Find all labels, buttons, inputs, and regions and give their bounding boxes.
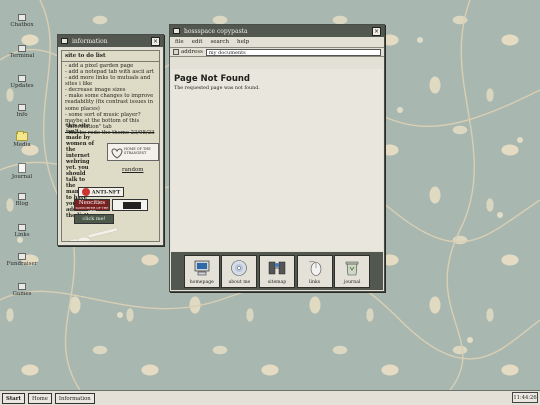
heart-icon (111, 148, 123, 159)
information-titlebar[interactable]: information × (58, 35, 163, 47)
terminal-icon (18, 45, 26, 52)
desktop-icon-blog[interactable]: Blog (2, 193, 42, 207)
dock-label: links (309, 279, 321, 285)
nav-dock: homepage about me sitemap links journal (171, 252, 383, 290)
list-item: - add more links to mutuals and sites i … (65, 75, 151, 88)
desktop-icon-fundraiser[interactable]: Fundraiser (2, 253, 42, 267)
dock-sitemap[interactable]: sitemap (258, 254, 295, 288)
games-icon (18, 283, 26, 290)
blog-icon (18, 193, 26, 200)
taskbar-tab-information[interactable]: Information (54, 392, 95, 404)
dock-label: journal (343, 279, 361, 285)
menu-bar: file edit search help (170, 37, 384, 47)
mouse-icon (308, 260, 321, 276)
information-content[interactable]: site to do list - add a pixel garden pag… (61, 50, 160, 242)
desktop-icon-label: Journal (11, 174, 33, 180)
window-title: information (72, 37, 108, 45)
address-label: address (181, 49, 203, 55)
network-icon (268, 261, 286, 274)
browser-titlebar[interactable]: hossspace copypasta × (170, 25, 384, 37)
journal-icon (18, 163, 26, 173)
desktop-icon-games[interactable]: Games (2, 283, 42, 297)
fundraiser-icon (18, 253, 26, 260)
dock-about-me[interactable]: about me (221, 254, 258, 288)
address-bar: address my documents (170, 47, 384, 57)
menu-help[interactable]: help (237, 39, 249, 45)
links-icon (18, 224, 26, 231)
desktop-icon-media[interactable]: Media (2, 131, 42, 148)
information-window[interactable]: information × site to do list - add a pi… (57, 34, 164, 246)
desktop-icon-journal[interactable]: Journal (2, 163, 42, 180)
menu-edit[interactable]: edit (192, 39, 203, 45)
stop-icon (81, 188, 90, 196)
browser-window[interactable]: hossspace copypasta × file edit search h… (169, 24, 385, 292)
desktop-icon-label: Media (13, 142, 31, 148)
desktop-icon-label: Fundraiser (6, 261, 38, 267)
taskbar: Start Home Information 11:44:26 (0, 390, 540, 405)
guitar-icon (68, 227, 119, 241)
page-viewer[interactable]: Page Not Found The requested page was no… (171, 69, 383, 251)
dock-label: sitemap (267, 279, 287, 285)
desktop-icon-label: Games (12, 291, 32, 297)
menu-search[interactable]: search (210, 39, 229, 45)
folder-icon (16, 131, 28, 141)
desktop-icon-chatbox[interactable]: Chatbox (2, 14, 42, 28)
todo-heading: site to do list (62, 51, 159, 62)
page-message: The requested page was not found. (174, 86, 260, 91)
anti-nft-badge[interactable]: ANTI-NFT (78, 187, 124, 197)
desktop-icon-label: Info (16, 112, 28, 118)
dock-links[interactable]: links (296, 254, 333, 288)
desktop-icon-updates[interactable]: Updates (2, 75, 42, 89)
desktop-icon-label: Links (14, 232, 30, 238)
page-title: Page Not Found (174, 74, 251, 84)
dock-homepage[interactable]: homepage (183, 254, 220, 288)
random-link[interactable]: random (122, 167, 144, 173)
menu-file[interactable]: file (175, 39, 184, 45)
desktop-icon-links[interactable]: Links (2, 224, 42, 238)
heart-badge[interactable]: HOME OF THE STRANGEST (107, 143, 159, 161)
desktop-icon-label: Chatbox (10, 22, 34, 28)
pixel-art-badge[interactable] (112, 199, 148, 211)
desktop-icon-info[interactable]: Info (2, 104, 42, 118)
info-icon (18, 104, 26, 111)
badge-text: HOME OF THE STRANGEST (124, 147, 151, 155)
close-button[interactable]: × (151, 36, 160, 46)
window-icon (61, 38, 68, 44)
computer-icon (194, 260, 210, 275)
window-icon (173, 28, 180, 34)
desktop-icon-label: Terminal (9, 53, 35, 59)
desktop-icon-label: Updates (10, 83, 34, 89)
updates-icon (18, 75, 26, 82)
cd-icon (231, 259, 248, 276)
address-input[interactable]: my documents (205, 48, 381, 56)
close-button[interactable]: × (372, 26, 381, 36)
neocities-badge[interactable]: Neocities SUPPORTER OF THE ARTS (74, 199, 110, 213)
recycle-bin-icon (345, 261, 359, 275)
start-button[interactable]: Start (2, 392, 25, 404)
clock: 11:44:26 (512, 392, 538, 403)
taskbar-tab-home[interactable]: Home (27, 392, 52, 404)
address-icon (173, 49, 179, 55)
dock-label: about me (228, 279, 251, 285)
list-item: - make some changes to improve readabili… (65, 93, 154, 112)
desktop-icon-terminal[interactable]: Terminal (2, 45, 42, 59)
dock-journal[interactable]: journal (334, 254, 371, 288)
dock-label: homepage (189, 279, 214, 285)
chatbox-icon (18, 14, 26, 21)
desktop-icon-label: Blog (15, 201, 29, 207)
window-title: hossspace copypasta (184, 27, 248, 35)
